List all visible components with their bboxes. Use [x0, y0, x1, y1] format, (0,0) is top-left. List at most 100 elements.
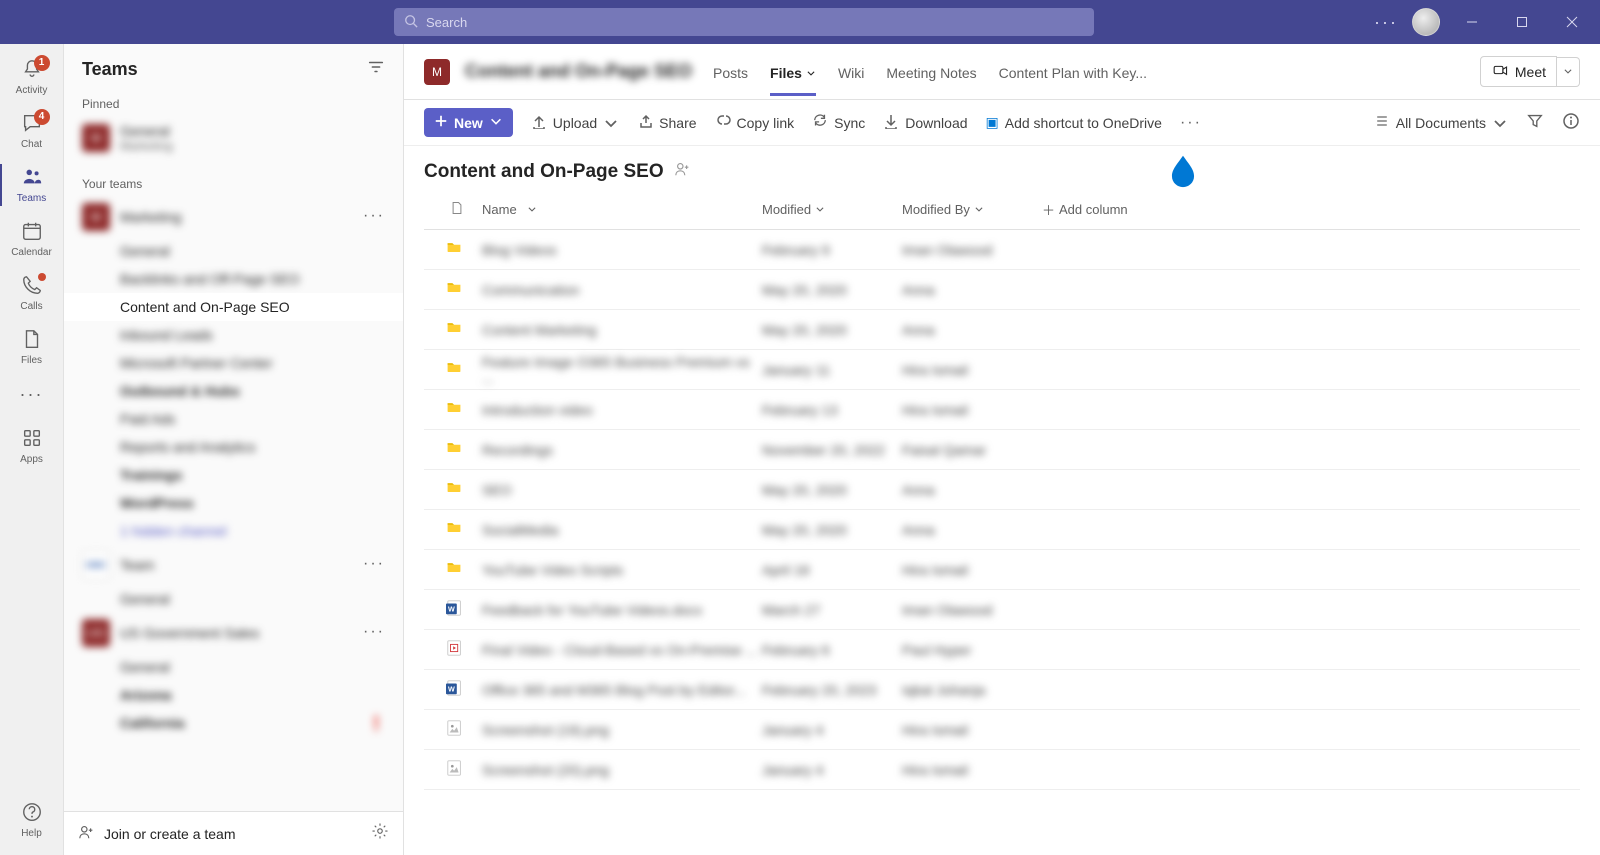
file-row[interactable]: Feature Image O365 Business Premium vs .… [424, 350, 1580, 390]
settings-more-button[interactable]: ··· [1374, 12, 1398, 33]
nav-forward-button[interactable] [34, 9, 46, 35]
user-avatar[interactable] [1412, 8, 1440, 36]
content-area: M Content and On-Page SEO Posts Files Wi… [404, 44, 1600, 855]
channel-row[interactable]: Backlinks and Off-Page SEO [64, 265, 403, 293]
file-row[interactable]: Feedback for YouTube Videos.docxMarch 27… [424, 590, 1580, 630]
channel-row[interactable]: Reports and Analytics [64, 433, 403, 461]
members-icon[interactable] [674, 160, 692, 184]
team-more-button[interactable]: ··· [363, 623, 385, 641]
channel-row[interactable]: Paid Ads [64, 405, 403, 433]
file-row[interactable]: Introduction videoFebruary 13Hira Ismail [424, 390, 1580, 430]
window-minimize-button[interactable] [1454, 8, 1490, 36]
team-more-button[interactable]: ··· [363, 207, 385, 225]
tab-wiki[interactable]: Wiki [838, 49, 864, 95]
tab-meeting-notes[interactable]: Meeting Notes [886, 49, 976, 95]
channel-row[interactable]: Content and On-Page SEO [64, 293, 403, 321]
tab-posts[interactable]: Posts [713, 49, 748, 95]
rail-calls[interactable]: Calls [0, 266, 64, 320]
file-name: Screenshot (20).png [482, 762, 609, 778]
file-row[interactable]: Blog VideosFebruary 9Iman Olawood [424, 230, 1580, 270]
file-name: Feature Image O365 Business Premium vs .… [482, 354, 762, 386]
rail-calendar-label: Calendar [11, 247, 52, 258]
view-selector[interactable]: All Documents [1374, 113, 1508, 132]
activity-badge: 1 [34, 55, 50, 71]
team-row[interactable]: OMCTeam [64, 545, 403, 585]
help-icon [21, 801, 43, 826]
type-column-icon[interactable] [450, 199, 464, 220]
rail-more-button[interactable]: ··· [20, 378, 44, 419]
rail-teams[interactable]: Teams [0, 158, 64, 212]
image-icon [446, 719, 464, 740]
file-row[interactable]: Content MarketingMay 20, 2020Anna [424, 310, 1580, 350]
modified-column-header[interactable]: Modified [762, 202, 902, 217]
download-button[interactable]: Download [883, 113, 967, 132]
file-row[interactable]: Office 365 and M365 Blog Post by Editor.… [424, 670, 1580, 710]
share-button[interactable]: Share [637, 113, 696, 132]
file-row[interactable]: SEOMay 20, 2020Anna [424, 470, 1580, 510]
file-name: Recordings [482, 442, 553, 458]
window-close-button[interactable] [1554, 8, 1590, 36]
channel-row[interactable]: WordPress [64, 489, 403, 517]
rail-activity[interactable]: 1 Activity [0, 50, 64, 104]
file-row[interactable]: Screenshot (20).pngJanuary 4Hira Ismail [424, 750, 1580, 790]
nav-back-button[interactable] [14, 9, 26, 35]
new-button[interactable]: New [424, 108, 513, 137]
join-create-team-button[interactable]: Join or create a team [78, 823, 236, 844]
video-icon [1491, 62, 1509, 81]
plus-icon: ＋ [1042, 200, 1055, 219]
window-maximize-button[interactable] [1504, 8, 1540, 36]
manage-teams-gear-icon[interactable] [371, 822, 389, 845]
tab-content-plan[interactable]: Content Plan with Key... [999, 49, 1147, 95]
meet-label: Meet [1515, 64, 1546, 80]
add-shortcut-button[interactable]: ▣Add shortcut to OneDrive [986, 114, 1162, 131]
channel-row[interactable]: Microsoft Partner Center [64, 349, 403, 377]
channel-row[interactable]: Arizona [64, 681, 403, 709]
people-plus-icon [78, 823, 96, 844]
team-more-button[interactable]: ··· [363, 555, 385, 573]
modified-by-column-header[interactable]: Modified By [902, 202, 1042, 217]
file-name: SEO [482, 482, 512, 498]
info-button[interactable] [1562, 112, 1580, 133]
channel-row[interactable]: 1 hidden channel [64, 517, 403, 545]
rail-help[interactable]: Help [0, 793, 64, 847]
meet-button[interactable]: Meet [1480, 56, 1557, 87]
meet-split-button[interactable] [1557, 57, 1580, 87]
file-row[interactable]: SocialMediaMay 20, 2020Anna [424, 510, 1580, 550]
folder-icon [444, 280, 464, 299]
channel-row[interactable]: General [64, 653, 403, 681]
tab-files[interactable]: Files [770, 49, 816, 95]
channel-row[interactable]: General [64, 585, 403, 613]
rail-apps[interactable]: Apps [0, 419, 64, 473]
copy-link-button[interactable]: Copy link [715, 113, 795, 132]
team-row[interactable]: MMarketing [64, 197, 403, 237]
file-row[interactable]: CommunicationMay 20, 2020Anna [424, 270, 1580, 310]
file-row[interactable]: YouTube Video ScriptsApril 18Hira Ismail [424, 550, 1580, 590]
channel-row[interactable]: Trainings [64, 461, 403, 489]
file-row[interactable]: Screenshot (19).pngJanuary 4Hira Ismail [424, 710, 1580, 750]
rail-calls-label: Calls [20, 301, 42, 312]
filter-button[interactable] [1526, 112, 1544, 133]
sync-button[interactable]: Sync [812, 113, 865, 132]
channel-row[interactable]: California❗ [64, 709, 403, 737]
filter-icon[interactable] [367, 58, 385, 81]
video-icon [446, 639, 464, 660]
folder-icon [444, 320, 464, 339]
rail-calendar[interactable]: Calendar [0, 212, 64, 266]
search-input[interactable]: Search [394, 8, 1094, 36]
upload-button[interactable]: Upload [531, 113, 619, 132]
name-column-header[interactable]: Name [482, 202, 762, 217]
image-icon [446, 759, 464, 780]
file-row[interactable]: Final Video - Cloud-Based vs On-Premise … [424, 630, 1580, 670]
pinned-channel[interactable]: M General Marketing [64, 117, 403, 159]
rail-files[interactable]: Files [0, 320, 64, 374]
file-row[interactable]: RecordingsNovember 20, 2022Faisal Qamar [424, 430, 1580, 470]
channel-row[interactable]: General [64, 237, 403, 265]
channel-row[interactable]: Outbound & Hubs [64, 377, 403, 405]
channel-row[interactable]: Inbound Leads [64, 321, 403, 349]
rail-chat[interactable]: 4 Chat [0, 104, 64, 158]
upload-icon [531, 113, 547, 132]
toolbar-more-button[interactable]: ··· [1180, 114, 1202, 132]
team-row[interactable]: UGUS Government Sales [64, 613, 403, 653]
file-modified: January 4 [762, 722, 823, 738]
add-column-button[interactable]: ＋Add column [1042, 200, 1182, 219]
